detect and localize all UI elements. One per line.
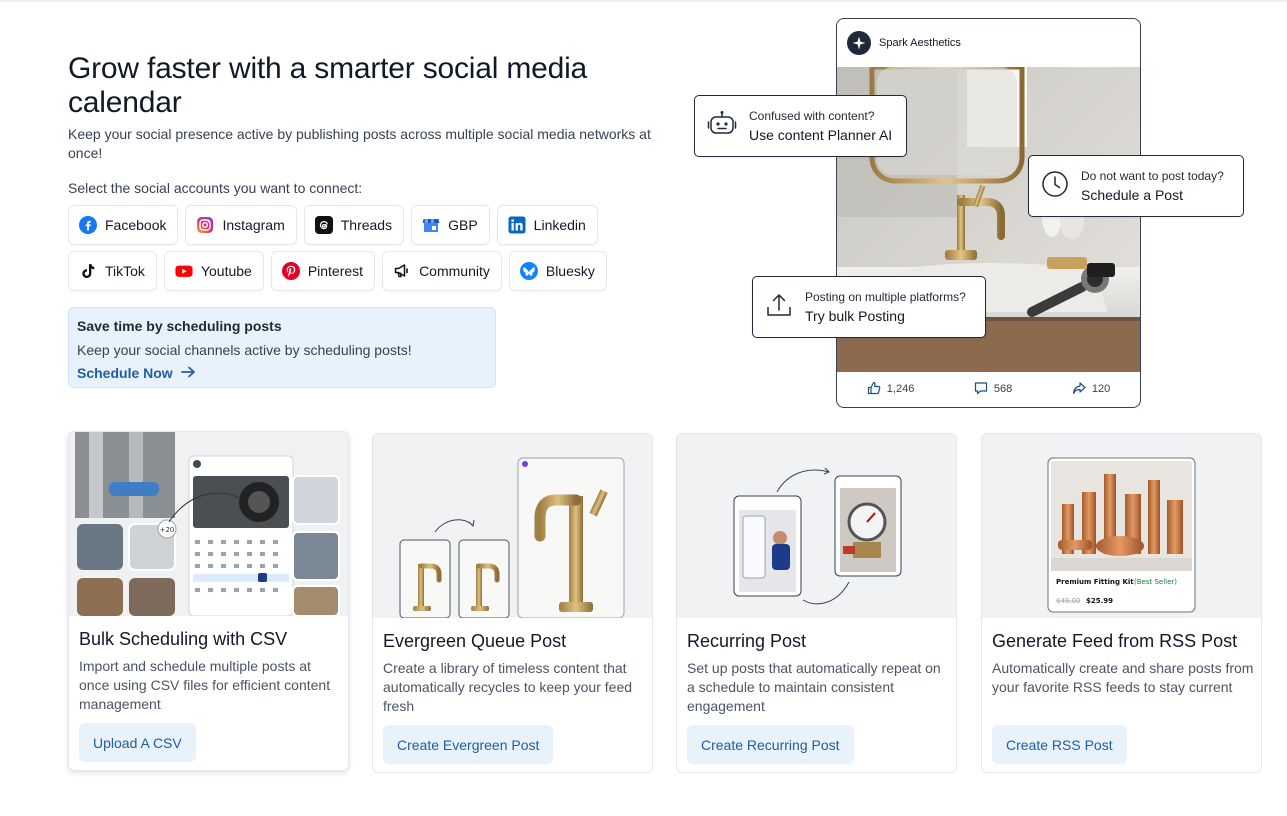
schedule-callout-action: Schedule a Post (1081, 187, 1183, 203)
post-stats-bar: 1,246 568 120 (837, 371, 1140, 407)
card-title: Recurring Post (687, 631, 807, 651)
page-title: Grow faster with a smarter social media … (68, 52, 588, 119)
select-accounts-label: Select the social accounts you want to c… (68, 180, 363, 196)
connect-pinterest-button[interactable]: Pinterest (270, 251, 376, 291)
schedule-callout-text: Do not want to post today? Schedule a Po… (1081, 169, 1224, 203)
accounts-row-1: Facebook Instagram Threads GBP Linkedin (68, 205, 598, 245)
brand-logo-icon (847, 31, 871, 55)
connect-bluesky-button[interactable]: Bluesky (508, 251, 607, 291)
card-description: Automatically create and share posts fro… (992, 660, 1254, 695)
feature-card-evergreen: Evergreen Queue Post Create a library of… (372, 433, 653, 773)
chip-label: Linkedin (533, 217, 586, 233)
instagram-icon (196, 216, 214, 234)
chip-label: Bluesky (545, 263, 595, 279)
chip-label: Threads (340, 217, 393, 233)
threads-icon (314, 216, 333, 234)
post-preview-header: Spark Aesthetics (837, 19, 1140, 67)
connect-youtube-button[interactable]: Youtube (163, 251, 264, 291)
schedule-post-callout[interactable]: Do not want to post today? Schedule a Po… (1028, 155, 1244, 217)
rss-product-badge: (Best Seller) (1134, 578, 1177, 586)
card-description: Import and schedule multiple posts at on… (79, 658, 331, 712)
connect-threads-button[interactable]: Threads (303, 205, 405, 245)
bulk-callout-text: Posting on multiple platforms? Try bulk … (805, 290, 966, 324)
feature-card-recurring: Recurring Post Set up posts that automat… (676, 433, 957, 773)
planner-ai-callout[interactable]: Confused with content? Use content Plann… (694, 95, 907, 157)
rss-illustration: Premium Fitting Kit (Best Seller) $49.00… (982, 434, 1261, 618)
connect-facebook-button[interactable]: Facebook (68, 205, 179, 245)
connect-tiktok-button[interactable]: TikTok (68, 251, 157, 291)
planner-callout-action: Use content Planner AI (749, 127, 893, 143)
feature-card-rss: Premium Fitting Kit (Best Seller) $49.00… (981, 433, 1262, 773)
bulk-count-badge: +20 (160, 526, 175, 534)
schedule-promo-banner: Save time by scheduling posts Keep your … (68, 307, 496, 388)
likes-count: 1,246 (886, 383, 915, 395)
card-description: Create a library of timeless content tha… (383, 660, 633, 714)
bulk-callout-question: Posting on multiple platforms? (805, 290, 966, 304)
top-divider (0, 0, 1287, 2)
upload-csv-button[interactable]: Upload A CSV (79, 723, 196, 762)
brand-name: Spark Aesthetics (879, 37, 961, 49)
connect-linkedin-button[interactable]: Linkedin (496, 205, 598, 245)
rss-old-price: $49.00 (1056, 597, 1081, 605)
promo-title: Save time by scheduling posts (77, 318, 282, 334)
linkedin-icon (508, 216, 526, 234)
card-title: Bulk Scheduling with CSV (79, 629, 288, 649)
share-icon (1072, 381, 1086, 398)
create-recurring-post-button[interactable]: Create Recurring Post (687, 725, 854, 764)
recurring-illustration (677, 434, 956, 618)
chip-label: GBP (448, 217, 478, 233)
shares-stat: 120 (1072, 381, 1110, 398)
clock-icon (1041, 170, 1069, 203)
facebook-icon (79, 216, 97, 234)
accounts-row-2: TikTok Youtube Pinterest Community Blues… (68, 251, 607, 291)
connect-community-button[interactable]: Community (382, 251, 502, 291)
chip-label: TikTok (105, 263, 145, 279)
evergreen-illustration (373, 434, 652, 618)
tiktok-icon (79, 262, 97, 280)
chip-label: Facebook (105, 217, 167, 233)
card-description: Set up posts that automatically repeat o… (687, 660, 941, 714)
planner-callout-text: Confused with content? Use content Plann… (749, 109, 892, 143)
chip-label: Pinterest (307, 263, 364, 279)
create-evergreen-post-button[interactable]: Create Evergreen Post (383, 725, 554, 764)
gbp-icon (422, 216, 440, 234)
youtube-icon (175, 262, 193, 280)
rss-price: $25.99 (1086, 597, 1113, 605)
shares-count: 120 (1091, 383, 1111, 395)
bulk-csv-illustration: +20 (69, 432, 348, 616)
planner-callout-question: Confused with content? (749, 109, 875, 123)
bluesky-icon (519, 262, 538, 280)
comment-icon (974, 381, 988, 398)
feature-card-bulk-csv: +20 Bulk Scheduling with CSV Import and … (68, 431, 349, 771)
connect-instagram-button[interactable]: Instagram (185, 205, 297, 245)
comments-stat: 568 (974, 381, 1012, 398)
create-rss-post-button[interactable]: Create RSS Post (992, 725, 1127, 764)
likes-stat: 1,246 (867, 381, 915, 398)
chip-label: Instagram (222, 217, 285, 233)
bulk-callout-action: Try bulk Posting (805, 308, 905, 324)
connect-gbp-button[interactable]: GBP (411, 205, 490, 245)
bulk-posting-callout[interactable]: Posting on multiple platforms? Try bulk … (752, 276, 986, 338)
chip-label: Community (419, 263, 490, 279)
pinterest-icon (281, 262, 300, 280)
thumbs-up-icon (867, 381, 881, 398)
schedule-now-link[interactable]: Schedule Now (77, 365, 196, 381)
page-subtitle: Keep your social presence active by publ… (68, 126, 651, 161)
community-icon (393, 262, 411, 280)
schedule-now-label: Schedule Now (77, 365, 173, 381)
schedule-callout-question: Do not want to post today? (1081, 169, 1224, 183)
rss-product-name: Premium Fitting Kit (1056, 578, 1134, 586)
card-title: Evergreen Queue Post (383, 631, 567, 651)
robot-icon (707, 109, 737, 144)
promo-text: Keep your social channels active by sche… (77, 342, 412, 358)
comments-count: 568 (993, 383, 1013, 395)
chip-label: Youtube (200, 263, 252, 279)
card-title: Generate Feed from RSS Post (992, 631, 1238, 651)
arrow-right-icon (180, 365, 196, 381)
upload-icon (765, 291, 793, 324)
